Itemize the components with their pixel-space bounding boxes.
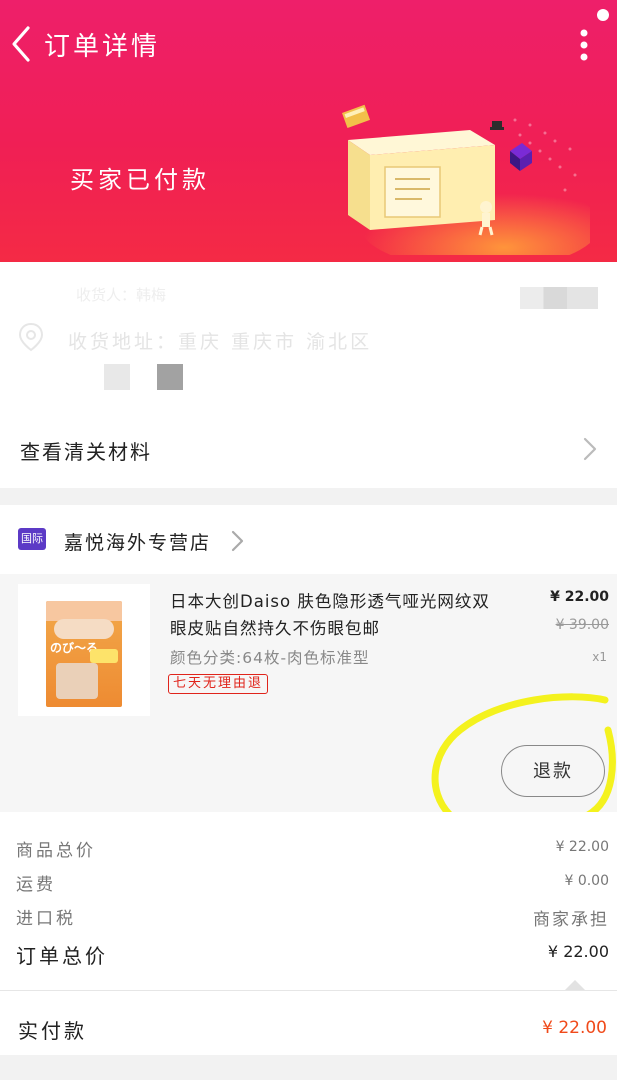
- import-tax-value: 商家承担: [533, 910, 609, 930]
- package-box-illustration: [342, 104, 590, 255]
- chevron-left-icon: [12, 26, 30, 62]
- shipping-address-text: 收货地址：重庆 重庆市 渝北区: [68, 331, 373, 353]
- chevron-right-icon: [583, 437, 597, 461]
- international-badge: 国际: [18, 528, 46, 550]
- import-tax-label: 进口税: [16, 909, 76, 929]
- more-options-button[interactable]: [570, 26, 598, 64]
- redacted-block: [157, 364, 183, 390]
- order-status-header: 订单详情 买家已付款: [0, 0, 617, 262]
- chevron-right-icon: [231, 530, 244, 552]
- page-title: 订单详情: [44, 32, 161, 62]
- goods-total-label: 商品总价: [16, 841, 96, 861]
- more-vertical-icon: [580, 29, 588, 61]
- refund-button[interactable]: 退款: [501, 745, 605, 797]
- redacted-block: [104, 364, 130, 390]
- expand-arrow-notch: [565, 980, 585, 990]
- order-status-text: 买家已付款: [70, 166, 210, 194]
- shipping-fee-label: 运费: [16, 875, 56, 895]
- product-sku: 颜色分类:64枚-肉色标准型: [170, 649, 370, 667]
- bottom-strip: [0, 1055, 617, 1080]
- order-total-label: 订单总价: [16, 944, 108, 968]
- amount-paid-value: ¥ 22.00: [542, 1018, 607, 1038]
- product-package-image: のび〜る: [46, 601, 122, 707]
- location-pin-icon: [18, 322, 44, 352]
- order-total-value: ¥ 22.00: [547, 942, 609, 961]
- product-price: ¥ 22.00: [550, 589, 609, 605]
- return-policy-tag: 七天无理由退: [168, 674, 269, 694]
- shipping-fee-value: ¥ 0.00: [564, 873, 609, 889]
- recipient-phone-masked: [520, 287, 598, 309]
- store-name[interactable]: 嘉悦海外专营店: [64, 528, 211, 555]
- customs-documents-label: 查看清关材料: [20, 440, 152, 464]
- amount-paid-row: [0, 990, 617, 1055]
- status-indicator-dot: [597, 9, 609, 21]
- product-original-price: ¥ 39.00: [555, 617, 609, 633]
- back-button[interactable]: [6, 24, 40, 64]
- product-title[interactable]: 日本大创Daiso 肤色隐形透气哑光网纹双眼皮贴自然持久不伤眼包邮: [170, 588, 500, 642]
- goods-total-value: ¥ 22.00: [555, 839, 609, 855]
- recipient-name: 收货人：韩梅: [76, 286, 167, 304]
- product-quantity: x1: [592, 650, 607, 664]
- amount-paid-label: 实付款: [18, 1019, 87, 1043]
